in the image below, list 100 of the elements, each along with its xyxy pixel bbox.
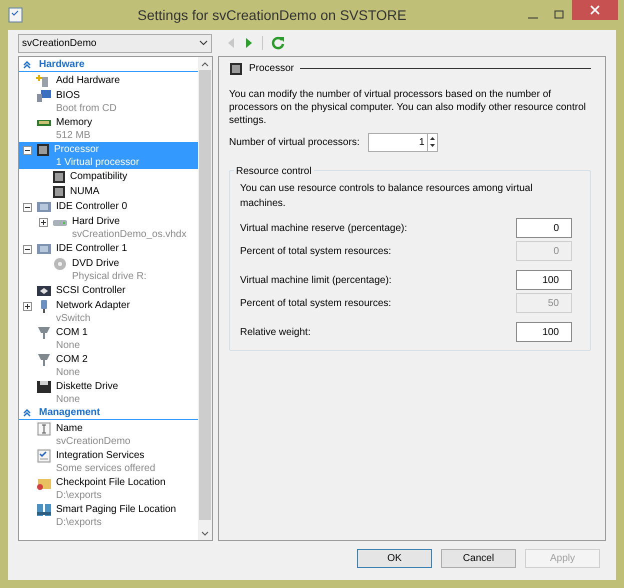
item-label: Diskette Drive [56,380,118,392]
item-label: NUMA [70,186,100,198]
text-cursor-icon [36,422,52,436]
expander-icon[interactable] [23,202,32,212]
tree-item[interactable]: NUMA [19,184,198,199]
item-label: Smart Paging File Location [56,504,176,516]
field-label: Percent of total system resources: [240,296,392,310]
refresh-icon[interactable] [271,36,285,50]
forward-icon[interactable] [244,37,254,49]
field-label: Percent of total system resources: [240,244,392,258]
item-detail: svCreationDemo [56,436,130,448]
checklist-icon [36,448,52,462]
item-label: SCSI Controller [56,284,126,296]
item-label: BIOS [56,90,80,102]
scroll-down-icon [201,530,209,538]
processor-count-spinner[interactable]: 1 [368,133,438,152]
minimize-icon [528,17,538,19]
item-label: Checkpoint File Location [56,476,166,488]
tree-item[interactable]: BIOS Boot from CD [19,88,198,115]
section-header[interactable]: Hardware [19,58,198,72]
processor-icon [229,62,243,76]
item-label: COM 1 [56,326,88,338]
item-detail: None [56,394,80,406]
expander-icon[interactable] [39,218,48,226]
tree-item[interactable]: IDE Controller 1 [19,241,198,256]
tree-item[interactable]: Checkpoint File Location D:\exports [19,475,198,502]
expander-icon[interactable] [23,302,32,310]
computer-icon [36,88,52,102]
item-detail: Physical drive R: [72,270,146,282]
tree-item[interactable]: Add Hardware [19,73,198,88]
tree-item[interactable]: COM 1 None [19,325,198,352]
scrollbar-thumb[interactable] [199,70,211,520]
item-label: Network Adapter [56,300,130,312]
dialog-button[interactable]: OK [357,549,432,568]
number-field[interactable]: 100 [516,322,572,342]
tree-item[interactable]: Integration Services Some services offered [19,448,198,475]
item-label: COM 2 [56,354,88,366]
item-detail: None [56,366,80,378]
close-icon [590,5,600,15]
dropdown-caret-icon [199,40,208,46]
processor-icon [36,142,50,156]
app-icon [8,7,24,23]
port-icon [36,326,52,340]
tree-item[interactable]: IDE Controller 0 [19,199,198,214]
item-label: Compatibility [70,170,128,182]
section-heading: Processor [249,62,294,76]
description: You can modify the number of virtual processors based on the number of processors on the physical computer. You can also modify other resource control settings. [229,88,587,127]
tree-item[interactable]: Diskette Drive None [19,379,198,406]
item-label: Memory [56,116,92,128]
section-header[interactable]: Management [19,406,198,420]
tree-item[interactable]: COM 2 None [19,352,198,379]
item-label: Name [56,422,83,434]
processor-icon [52,170,66,184]
dialog-button[interactable]: Cancel [441,549,516,568]
tree-item[interactable]: DVD Drive Physical drive R: [19,256,198,283]
tree-item[interactable]: Smart Paging File Location D:\exports [19,502,198,529]
close-button[interactable] [572,0,618,20]
item-detail: 1 Virtual processor [56,156,140,168]
window-title: Settings for svCreationDemo on SVSTORE [136,6,408,25]
number-field[interactable]: 0 [516,218,572,238]
group-description: You can use resource controls to balance resources among virtual machines. [240,182,534,211]
tree-item[interactable]: SCSI Controller [19,283,198,298]
item-label: Integration Services [56,450,144,462]
tree-item[interactable]: Memory 512 MB [19,115,198,142]
item-detail: Some services offered [56,462,156,474]
collapse-chevron-icon [23,408,31,416]
item-detail: 512 MB [56,130,90,142]
scroll-up-icon [201,60,209,68]
collapse-chevron-icon [23,60,31,68]
item-label: Hard Drive [72,216,120,228]
item-detail: D:\exports [56,490,102,502]
item-detail: Boot from CD [56,102,117,114]
scrollbar[interactable] [198,57,212,540]
vm-dropdown[interactable]: svCreationDemo [18,34,212,52]
field-label: Number of virtual processors: [229,136,360,150]
item-detail: vSwitch [56,312,90,324]
expander-icon[interactable] [23,244,32,254]
controller-icon [36,284,52,298]
item-label: IDE Controller 1 [56,242,128,254]
controller-icon [36,242,52,256]
item-label: DVD Drive [72,258,120,270]
item-detail: svCreationDemo_os.vhdx [72,228,186,240]
field-label: Virtual machine reserve (percentage): [240,222,408,236]
field-label: Virtual machine limit (percentage): [240,274,392,288]
item-label: IDE Controller 0 [56,200,128,212]
number-field[interactable]: 100 [516,270,572,290]
item-detail: None [56,340,80,352]
field-label: Relative weight: [240,326,311,340]
item-detail: D:\exports [56,516,102,528]
expander-icon[interactable] [23,146,32,154]
tree-item[interactable]: Name svCreationDemo [19,421,198,448]
maximize-icon [554,10,564,20]
tree-item[interactable]: Hard Drive svCreationDemo_os.vhdx [19,214,198,241]
processor-icon [52,184,66,198]
item-label: Processor [54,144,100,156]
controller-icon [36,200,52,214]
item-label: Add Hardware [56,74,120,86]
tree-item[interactable]: Network Adapter vSwitch [19,298,198,325]
disc-icon [52,256,68,270]
tree-item[interactable]: Compatibility [19,169,198,184]
